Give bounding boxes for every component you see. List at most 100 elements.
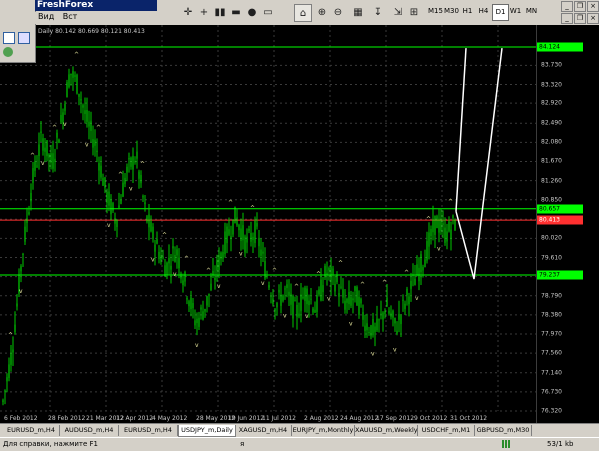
date-tick-label: 2 Aug 2012 xyxy=(304,415,339,422)
timeframe-h4[interactable]: H4 xyxy=(476,4,491,19)
chart-tab[interactable]: AUDUSD_m,H4 xyxy=(60,425,119,436)
chart-tab[interactable]: XAGUSD_m,H4 xyxy=(235,425,292,436)
stop-icon[interactable]: ▬ xyxy=(228,4,244,20)
fractal-up-marker: ^ xyxy=(338,260,343,267)
minimize-icon[interactable]: _ xyxy=(561,1,573,12)
rectangle-icon[interactable]: ▭ xyxy=(260,4,276,20)
zoom-in-icon[interactable]: ⊕ xyxy=(314,4,330,20)
candle-body xyxy=(274,309,276,312)
timeframe-d1[interactable]: D1 xyxy=(492,4,509,21)
child-minimize-icon[interactable]: _ xyxy=(561,13,573,24)
timeframe-m15[interactable]: M15 xyxy=(428,4,443,19)
candle-body xyxy=(26,218,28,223)
grid-icon[interactable]: ▦ xyxy=(350,4,366,20)
close-icon[interactable]: × xyxy=(587,1,599,12)
candle-body xyxy=(156,239,158,244)
pause-icon[interactable]: ▮▮ xyxy=(212,4,228,20)
cursor-icon[interactable]: ✛ xyxy=(180,4,196,20)
menu-view[interactable]: Вид xyxy=(35,12,57,21)
candle-body xyxy=(16,303,18,307)
candle-body xyxy=(448,221,450,232)
candle-body xyxy=(214,277,216,280)
candle-body xyxy=(426,241,428,261)
restore-icon[interactable]: ❐ xyxy=(574,1,586,12)
window-icon[interactable] xyxy=(3,32,15,44)
candle-body xyxy=(388,310,390,314)
chart-mode-icon[interactable]: ⌂ xyxy=(294,4,312,22)
child-close-icon[interactable]: × xyxy=(587,13,599,24)
candle-body xyxy=(162,256,164,259)
price-tick-label: 80.850 xyxy=(541,196,562,204)
autoscroll-icon[interactable]: ↧ xyxy=(370,4,386,20)
candle-body xyxy=(350,297,352,306)
fractal-down-marker: v xyxy=(195,342,199,349)
timeframe-m30[interactable]: M30 xyxy=(444,4,459,19)
price-tick-label: 77.970 xyxy=(541,330,562,338)
fractal-up-marker: ^ xyxy=(118,171,123,178)
child-restore-icon[interactable]: ❐ xyxy=(574,13,586,24)
chart-tab[interactable]: XAUUSD_m,Weekly xyxy=(355,425,418,436)
candle-body xyxy=(226,226,228,244)
candle-body xyxy=(230,236,232,240)
fractal-up-marker: ^ xyxy=(294,283,299,290)
candle-body xyxy=(260,249,262,256)
candle-body xyxy=(280,294,282,306)
candle-body xyxy=(200,307,202,310)
candle-body xyxy=(238,225,240,231)
terminal-icon[interactable] xyxy=(3,47,13,57)
zoom-out-icon[interactable]: ⊖ xyxy=(330,4,346,20)
timeframe-mn[interactable]: MN xyxy=(524,4,539,19)
candle-body xyxy=(446,231,448,242)
candle-body xyxy=(212,270,214,275)
chart-tab[interactable]: USDJPY_m,Daily xyxy=(178,425,236,437)
candle-body xyxy=(202,311,204,320)
candle-body xyxy=(302,296,304,299)
candle-body xyxy=(104,177,106,188)
date-tick-label: 6 Feb 2012 xyxy=(4,415,38,422)
timeframe-h1[interactable]: H1 xyxy=(460,4,475,19)
new-order-icon[interactable] xyxy=(18,32,30,44)
ellipse-icon[interactable]: ● xyxy=(244,4,260,20)
candle-body xyxy=(174,254,176,262)
candle-body xyxy=(420,254,422,273)
crosshair-icon[interactable]: + xyxy=(196,4,212,20)
indicators-icon[interactable]: ⊞ xyxy=(406,4,422,20)
candlestick-chart[interactable]: ^ v ^ v ^ v ^ v ^ v ^ v ^ v ^ v ^ v ^ v ^ v ^ v ^ v ^ v ^ v ^ v ^ v ^ v ^ v ^ v… xyxy=(0,25,536,423)
fractal-up-marker: ^ xyxy=(316,271,321,278)
candle-body xyxy=(176,249,178,256)
candle-body xyxy=(12,349,14,353)
status-traffic: 53/1 kb xyxy=(547,440,574,448)
chart-shift-icon[interactable]: ⇲ xyxy=(390,4,406,20)
chart-tab[interactable]: EURUSD_m,H4 xyxy=(3,425,60,436)
candle-body xyxy=(410,280,412,289)
chart-tab[interactable]: EURJPY_m,Monthly xyxy=(292,425,355,436)
candle-body xyxy=(66,82,68,98)
fractal-up-marker: ^ xyxy=(448,198,453,205)
price-axis: 83.730 83.320 82.920 82.490 82.080 81.670 81.2… xyxy=(536,25,599,423)
candle-body xyxy=(406,288,408,296)
candle-body xyxy=(376,318,378,331)
candle-body xyxy=(152,226,154,240)
fractal-up-marker: ^ xyxy=(360,281,365,288)
candle-body xyxy=(84,110,86,115)
price-level-label: 80.657 xyxy=(537,204,583,214)
price-tick-label: 76.730 xyxy=(541,388,562,396)
price-tick-label: 83.730 xyxy=(541,61,562,69)
candle-body xyxy=(402,299,404,301)
candle-body xyxy=(268,285,270,288)
candle-body xyxy=(68,74,70,87)
candle-body xyxy=(82,105,84,108)
chart-tab[interactable]: GBPUSD_m,M30 xyxy=(475,425,532,436)
timeframe-w1[interactable]: W1 xyxy=(508,4,523,19)
price-chart[interactable]: ^ v ^ v ^ v ^ v ^ v ^ v ^ v ^ v ^ v ^ v ^ v ^ v ^ v ^ v ^ v ^ v ^ v ^ v ^ v ^ v… xyxy=(0,25,536,423)
chart-tab[interactable]: USDCHF_m,M1 xyxy=(418,425,475,436)
chart-tab[interactable]: EURUSD_m,H4 xyxy=(119,425,178,436)
menu-insert[interactable]: Вст xyxy=(60,12,81,21)
price-tick-label: 81.670 xyxy=(541,157,562,165)
candle-body xyxy=(228,229,230,235)
candle-body xyxy=(106,191,108,203)
candle-body xyxy=(74,75,76,77)
candle-body xyxy=(336,275,338,283)
candle-body xyxy=(306,288,308,305)
price-tick-label: 78.380 xyxy=(541,311,562,319)
